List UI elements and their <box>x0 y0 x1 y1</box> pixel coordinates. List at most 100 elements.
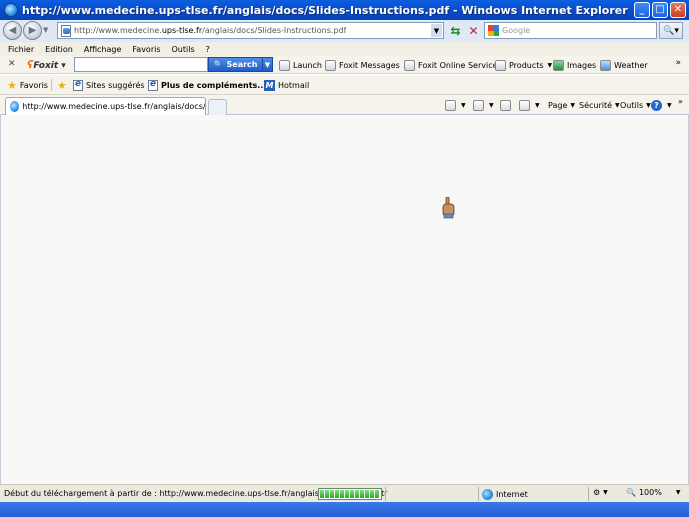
maximize-button[interactable]: □ <box>652 2 668 18</box>
status-bar: Début du téléchargement à partir de : ht… <box>0 484 689 502</box>
progress-segment <box>340 490 344 498</box>
toolbar-close-icon[interactable]: ✕ <box>8 59 16 69</box>
foxit-search-input[interactable] <box>74 57 208 72</box>
printer-icon <box>519 100 530 111</box>
ie-page-icon <box>73 79 83 91</box>
mail-icon <box>500 100 511 111</box>
ie-logo-icon <box>4 3 18 17</box>
print-button[interactable]: ▼ <box>519 99 540 112</box>
tab-bar: http://www.medecine.ups-tlse.fr/anglais/… <box>0 95 689 115</box>
progress-segment <box>330 490 334 498</box>
protected-mode-button[interactable]: ⚙ ▼ <box>593 488 608 497</box>
page-icon <box>61 24 71 37</box>
foxit-weather[interactable]: Weather <box>600 58 648 72</box>
foxit-logo[interactable]: ʕFoxit ▾ <box>27 58 66 71</box>
chevron-down-icon: ▼ <box>461 102 466 109</box>
favorites-button[interactable]: ★ Favoris <box>7 78 48 92</box>
addons-link[interactable]: Plus de compléments...▼ <box>148 78 275 92</box>
forward-button[interactable]: ▶ <box>23 21 42 40</box>
address-bar-row: ◀ ▶ ▼ http://www.medecine.ups-tlse.fr/an… <box>0 20 689 42</box>
home-icon <box>445 100 456 111</box>
back-button[interactable]: ◀ <box>3 21 22 40</box>
globe-icon <box>482 488 493 500</box>
address-url: http://www.medecine.ups-tlse.fr/anglais/… <box>74 26 347 35</box>
menu-help[interactable]: ? <box>206 45 210 54</box>
window-title: http://www.medecine.ups-tlse.fr/anglais/… <box>22 3 628 17</box>
download-progress <box>318 488 382 500</box>
progress-segment <box>350 490 354 498</box>
feeds-button[interactable]: ▼ <box>473 99 494 112</box>
zoom-icon: 🔍 <box>626 488 636 497</box>
menu-favoris[interactable]: Favoris <box>132 45 160 54</box>
foxit-online-services[interactable]: Foxit Online Services <box>404 58 502 72</box>
chevron-down-icon: ▼ <box>535 102 540 109</box>
chevron-down-icon: ▼ <box>489 102 494 109</box>
menu-outils[interactable]: Outils <box>172 45 195 54</box>
refresh-icon[interactable]: ⇆ <box>448 23 463 38</box>
chevron-down-icon: ▼ <box>667 102 672 109</box>
address-input[interactable]: http://www.medecine.ups-tlse.fr/anglais/… <box>57 22 444 39</box>
google-icon <box>488 25 499 36</box>
favorites-bar: ★Favoris ★ Sites suggérés▼ Plus de compl… <box>0 75 689 95</box>
chevron-down-icon: ▼ <box>570 102 575 109</box>
hotmail-link[interactable]: M Hotmail <box>264 78 309 92</box>
progress-segment <box>355 490 359 498</box>
progress-segment <box>360 490 364 498</box>
protected-mode-icon: ⚙ <box>593 488 601 497</box>
security-zone[interactable]: Internet <box>482 487 528 501</box>
foxit-toolbar: ✕ ʕFoxit ▾ 🔍 Search ▼ Launch Foxit Messag… <box>0 56 689 74</box>
help-menu[interactable]: ? ▼ <box>651 99 672 112</box>
foxit-messages[interactable]: Foxit Messages▼ <box>325 58 408 72</box>
search-input[interactable]: Google <box>484 22 657 39</box>
messages-icon <box>325 59 336 71</box>
progress-segment <box>320 490 324 498</box>
add-favorite-button[interactable]: ★ <box>57 78 70 92</box>
menu-fichier[interactable]: Fichier <box>8 45 34 54</box>
search-go-button[interactable]: 🔍▾ <box>659 22 683 39</box>
foxit-search-button[interactable]: 🔍 Search <box>208 57 263 72</box>
divider <box>385 487 386 501</box>
stop-icon[interactable]: ✕ <box>466 23 481 38</box>
foxit-search-dropdown[interactable]: ▼ <box>263 57 273 72</box>
zoom-button[interactable]: 🔍 100% ▼ <box>626 488 680 497</box>
tab-title: http://www.medecine.ups-tlse.fr/anglais/… <box>22 102 205 111</box>
history-dropdown-icon[interactable]: ▼ <box>43 26 48 34</box>
page-menu[interactable]: Page ▼ <box>548 99 575 112</box>
command-overflow-button[interactable]: » <box>678 95 683 108</box>
mail-button[interactable] <box>500 99 513 112</box>
divider <box>51 79 52 91</box>
search-placeholder: Google <box>502 26 531 35</box>
divider <box>478 487 479 501</box>
hand-cursor-icon <box>442 197 455 219</box>
progress-segment <box>345 490 349 498</box>
menu-bar: Fichier Edition Affichage Favoris Outils… <box>0 42 689 56</box>
security-menu[interactable]: Sécurité ▼ <box>579 99 620 112</box>
menu-affichage[interactable]: Affichage <box>84 45 122 54</box>
home-button[interactable]: ▼ <box>445 99 466 112</box>
minimize-button[interactable]: _ <box>634 2 650 18</box>
menu-edition[interactable]: Edition <box>45 45 73 54</box>
chevron-down-icon: ▼ <box>675 489 681 496</box>
new-tab-button[interactable] <box>208 99 227 115</box>
help-icon: ? <box>651 100 662 111</box>
close-button[interactable]: ✕ <box>670 2 686 18</box>
progress-segment <box>335 490 339 498</box>
magnifier-icon: 🔍 <box>213 60 224 69</box>
foxit-images[interactable]: Images <box>553 58 596 72</box>
toolbar-overflow-button[interactable]: » <box>675 58 681 68</box>
tab-active[interactable]: http://www.medecine.ups-tlse.fr/anglais/… <box>5 97 206 115</box>
weather-icon <box>600 59 611 71</box>
add-favorite-icon: ★ <box>57 78 67 92</box>
launch-icon <box>279 59 290 71</box>
products-icon <box>495 59 506 71</box>
foxit-products[interactable]: Products ▼ <box>495 58 552 72</box>
suggested-sites-link[interactable]: Sites suggérés▼ <box>73 78 153 92</box>
progress-segment <box>365 490 369 498</box>
msn-icon: M <box>264 79 275 91</box>
foxit-launch[interactable]: Launch <box>279 58 322 72</box>
tools-menu[interactable]: Outils ▼ <box>620 99 651 112</box>
address-dropdown-icon[interactable]: ▼ <box>431 24 442 37</box>
page-content[interactable] <box>0 115 689 484</box>
progress-segment <box>325 490 329 498</box>
chevron-down-icon: ▼ <box>615 102 620 109</box>
